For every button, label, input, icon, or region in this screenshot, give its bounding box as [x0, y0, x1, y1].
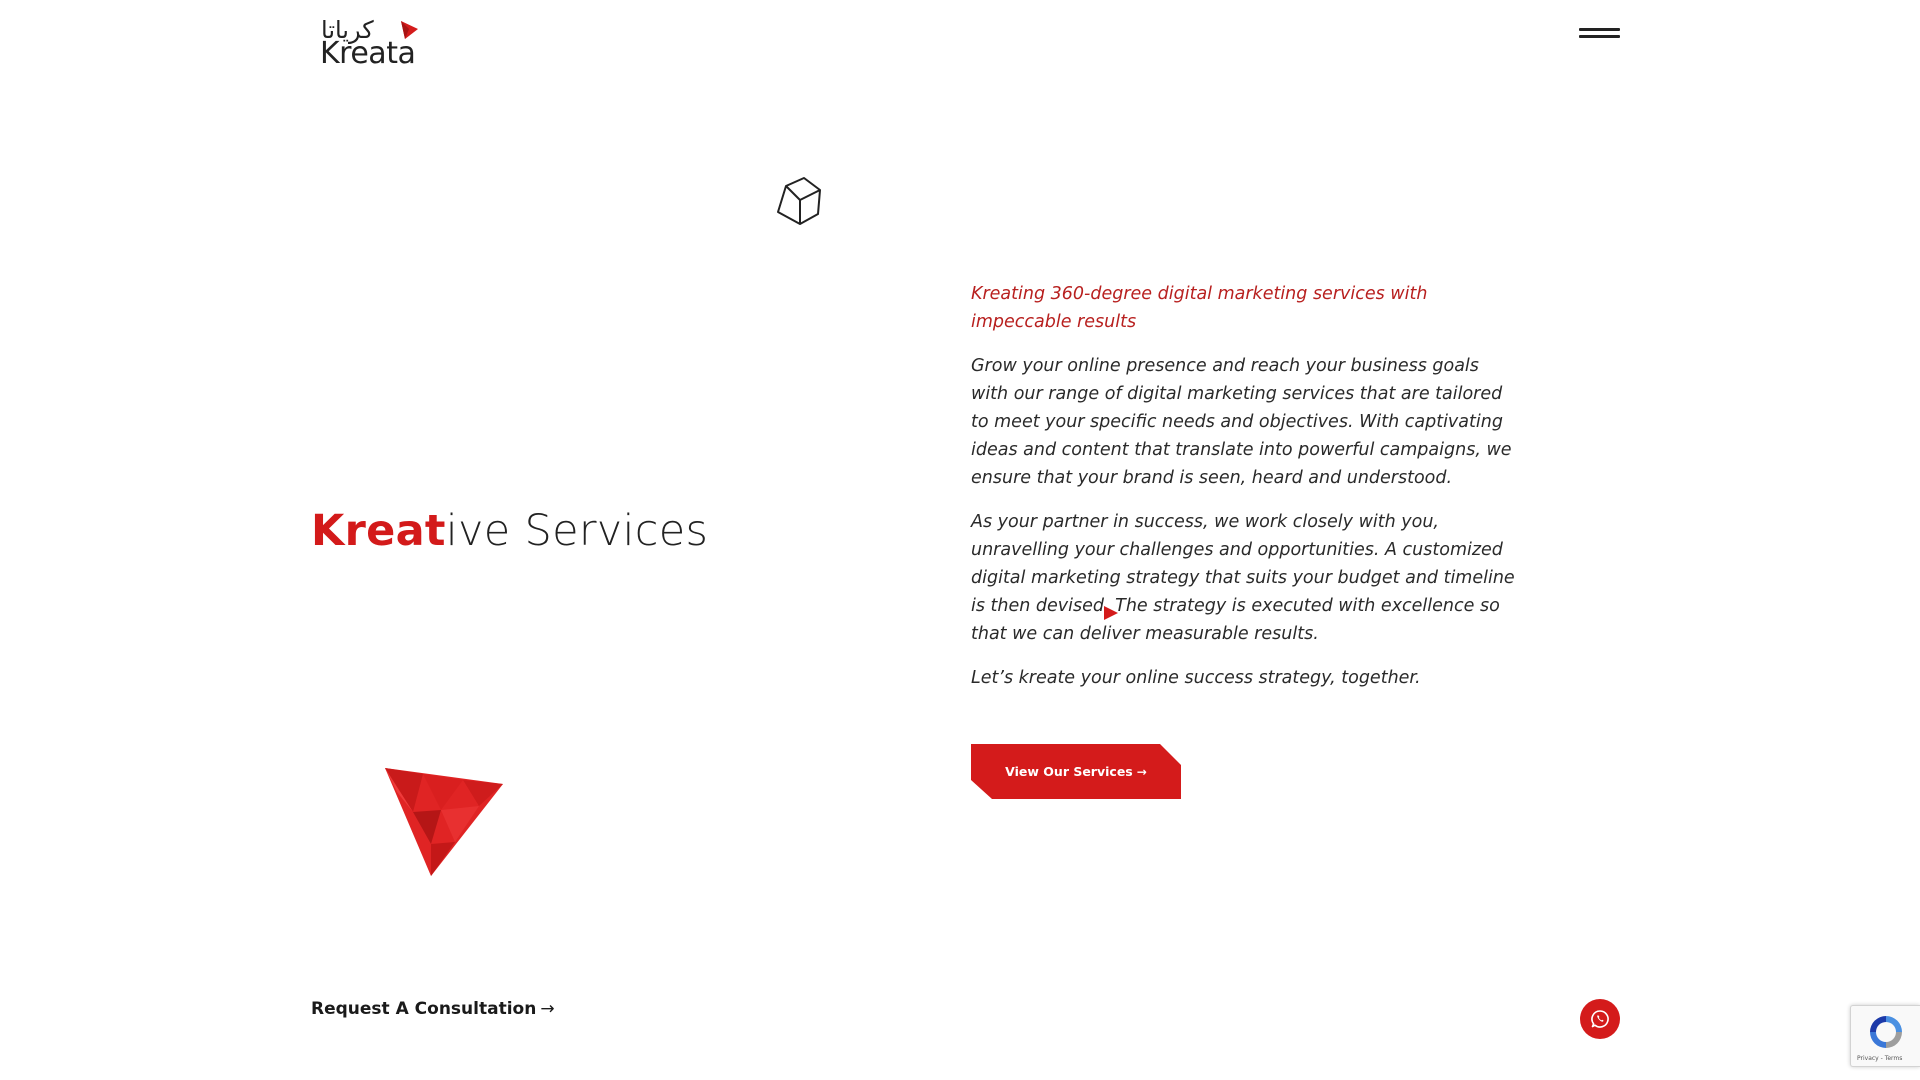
view-services-button[interactable]: View Our Services → — [971, 744, 1181, 799]
services-description: Kreating 360-degree digital marketing se… — [971, 280, 1519, 708]
whatsapp-button[interactable] — [1580, 999, 1620, 1039]
recaptcha-badge[interactable]: Privacy - Terms — [1850, 1005, 1920, 1067]
paragraph-intro: Grow your online presence and reach your… — [971, 356, 1512, 488]
paragraph-partner: As your partner in success, we work clos… — [971, 512, 1515, 644]
services-tagline: Kreating 360-degree digital marketing se… — [971, 284, 1428, 332]
whatsapp-icon — [1591, 1010, 1609, 1028]
logo-latin-text: Kreata — [320, 36, 416, 71]
paragraph-closing: Let’s kreate your online success strateg… — [971, 668, 1421, 688]
title-rest: ive Services — [445, 506, 709, 556]
brand-triangle-icon — [385, 768, 503, 876]
play-cursor-icon — [1104, 606, 1118, 620]
arrow-right-icon: → — [1136, 764, 1147, 779]
title-accent: Kreat — [311, 506, 446, 556]
request-consultation-link[interactable]: Request A Consultation → — [311, 999, 555, 1019]
cube-icon — [777, 177, 821, 225]
arrow-right-icon: → — [540, 999, 555, 1019]
brand-logo[interactable]: كرياتا Kreata — [319, 16, 421, 71]
view-services-label: View Our Services — [1005, 764, 1133, 779]
recaptcha-text: Privacy - Terms — [1857, 1055, 1903, 1062]
recaptcha-icon — [1870, 1016, 1902, 1048]
hamburger-menu-icon[interactable] — [1579, 28, 1620, 44]
page-title: Kreative Services — [311, 506, 708, 556]
consultation-label: Request A Consultation — [311, 999, 537, 1019]
